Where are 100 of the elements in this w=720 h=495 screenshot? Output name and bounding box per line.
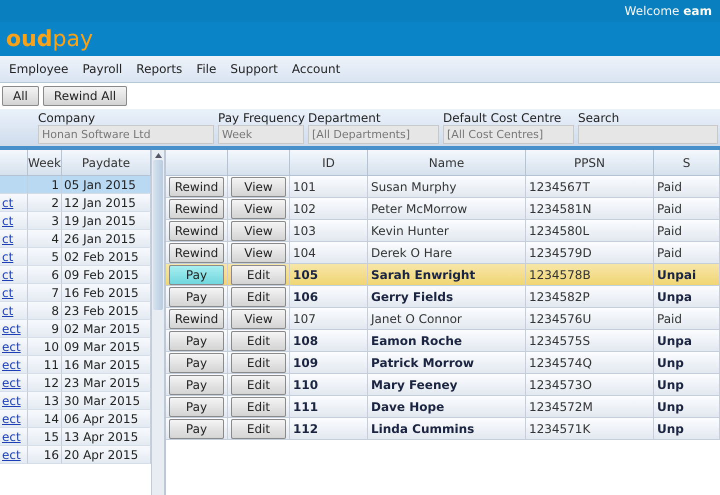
select-link[interactable]: ect: [2, 394, 21, 408]
column-header[interactable]: S: [654, 150, 720, 176]
scrollbar-thumb[interactable]: [153, 160, 163, 310]
menu-item[interactable]: Account: [286, 60, 346, 78]
column-header[interactable]: Week: [28, 150, 62, 176]
menu-item[interactable]: Payroll: [77, 60, 128, 78]
table-cell: 14: [28, 410, 62, 428]
action-button[interactable]: Pay: [169, 286, 224, 306]
column-header[interactable]: Paydate: [62, 150, 151, 176]
toolbar-button[interactable]: Rewind All: [42, 86, 128, 106]
select-link[interactable]: ect: [2, 322, 21, 336]
select-link[interactable]: ect: [2, 430, 21, 444]
table-cell: 05 Jan 2015: [62, 176, 151, 194]
table-cell: 1234567T: [526, 176, 654, 198]
open-button[interactable]: View: [231, 220, 286, 240]
column-header[interactable]: Name: [368, 150, 526, 176]
table-cell: 4: [28, 230, 62, 248]
select-link[interactable]: ect: [2, 376, 21, 390]
menu-item[interactable]: File: [191, 60, 222, 78]
table-cell: Unpa: [654, 286, 720, 308]
filter-label: Company: [38, 111, 96, 125]
table-cell: Unp: [654, 396, 720, 418]
table-cell: 8: [28, 302, 62, 320]
table-cell: 3: [28, 212, 62, 230]
open-button[interactable]: View: [231, 242, 286, 262]
filter-field[interactable]: [578, 125, 718, 144]
table-cell: 110: [290, 374, 368, 396]
table-cell: 106: [290, 286, 368, 308]
table-cell: Derek O Hare: [368, 242, 526, 264]
table-cell: 1: [28, 176, 62, 194]
action-button[interactable]: Pay: [169, 374, 224, 394]
action-button[interactable]: Pay: [169, 330, 224, 350]
menu-item[interactable]: Employee: [4, 60, 74, 78]
open-button[interactable]: Edit: [231, 330, 286, 350]
action-button[interactable]: Rewind: [169, 308, 224, 328]
table-cell: 109: [290, 352, 368, 374]
select-link[interactable]: ct: [2, 214, 14, 228]
table-cell: 13: [28, 392, 62, 410]
table-cell: 23 Feb 2015: [62, 302, 151, 320]
table-cell: 02 Mar 2015: [62, 320, 151, 338]
select-link[interactable]: ct: [2, 196, 14, 210]
table-cell: Unp: [654, 352, 720, 374]
action-button[interactable]: Rewind: [169, 176, 224, 196]
open-button[interactable]: Edit: [231, 352, 286, 372]
open-button[interactable]: View: [231, 198, 286, 218]
select-link[interactable]: ct: [2, 304, 14, 318]
select-link[interactable]: ct: [2, 286, 14, 300]
table-cell: 09 Feb 2015: [62, 266, 151, 284]
filter-field[interactable]: Honan Software Ltd: [38, 125, 214, 144]
table-cell: 104: [290, 242, 368, 264]
table-cell: Dave Hope: [368, 396, 526, 418]
action-button[interactable]: Pay: [169, 396, 224, 416]
action-button[interactable]: Rewind: [169, 220, 224, 240]
menu-item[interactable]: Reports: [131, 60, 188, 78]
column-header[interactable]: PPSN: [526, 150, 654, 176]
filter-field[interactable]: [All Cost Centres]: [443, 125, 574, 144]
select-link[interactable]: ect: [2, 448, 21, 462]
menu-item[interactable]: Support: [225, 60, 283, 78]
select-link[interactable]: ect: [2, 358, 21, 372]
welcome-text: Welcome eam: [624, 4, 712, 18]
table-cell: 1234575S: [526, 330, 654, 352]
scrollbar[interactable]: [151, 150, 164, 495]
action-button[interactable]: Rewind: [169, 242, 224, 262]
table-cell: 09 Mar 2015: [62, 338, 151, 356]
filter-field[interactable]: Week: [218, 125, 304, 144]
select-link[interactable]: ct: [2, 268, 14, 282]
table-cell: 1234573O: [526, 374, 654, 396]
table-cell: 1234580L: [526, 220, 654, 242]
table-cell: 16 Feb 2015: [62, 284, 151, 302]
table-cell: Janet O Connor: [368, 308, 526, 330]
open-button[interactable]: Edit: [231, 396, 286, 416]
open-button[interactable]: Edit: [231, 286, 286, 306]
column-header[interactable]: ID: [290, 150, 368, 176]
table-cell: 103: [290, 220, 368, 242]
filter-field[interactable]: [All Departments]: [308, 125, 439, 144]
action-button[interactable]: Pay: [169, 264, 224, 284]
select-link[interactable]: ct: [2, 250, 14, 264]
select-link[interactable]: ect: [2, 340, 21, 354]
open-button[interactable]: View: [231, 308, 286, 328]
open-button[interactable]: Edit: [231, 374, 286, 394]
select-link[interactable]: ect: [2, 412, 21, 426]
table-cell: 1234571K: [526, 418, 654, 440]
open-button[interactable]: Edit: [231, 264, 286, 284]
table-cell: 1234578B: [526, 264, 654, 286]
table-cell: 107: [290, 308, 368, 330]
action-button[interactable]: Pay: [169, 418, 224, 438]
select-link[interactable]: ct: [2, 232, 14, 246]
action-button[interactable]: Rewind: [169, 198, 224, 218]
table-cell: 1234574Q: [526, 352, 654, 374]
filter-label: Department: [308, 111, 382, 125]
open-button[interactable]: View: [231, 176, 286, 196]
table-cell: 19 Jan 2015: [62, 212, 151, 230]
action-button[interactable]: Pay: [169, 352, 224, 372]
table-cell: 1234572M: [526, 396, 654, 418]
table-cell: Paid: [654, 176, 720, 198]
table-cell: 16 Mar 2015: [62, 356, 151, 374]
up-arrow-icon[interactable]: [154, 153, 162, 158]
toolbar-button[interactable]: All: [2, 86, 39, 106]
open-button[interactable]: Edit: [231, 418, 286, 438]
table-cell: 9: [28, 320, 62, 338]
